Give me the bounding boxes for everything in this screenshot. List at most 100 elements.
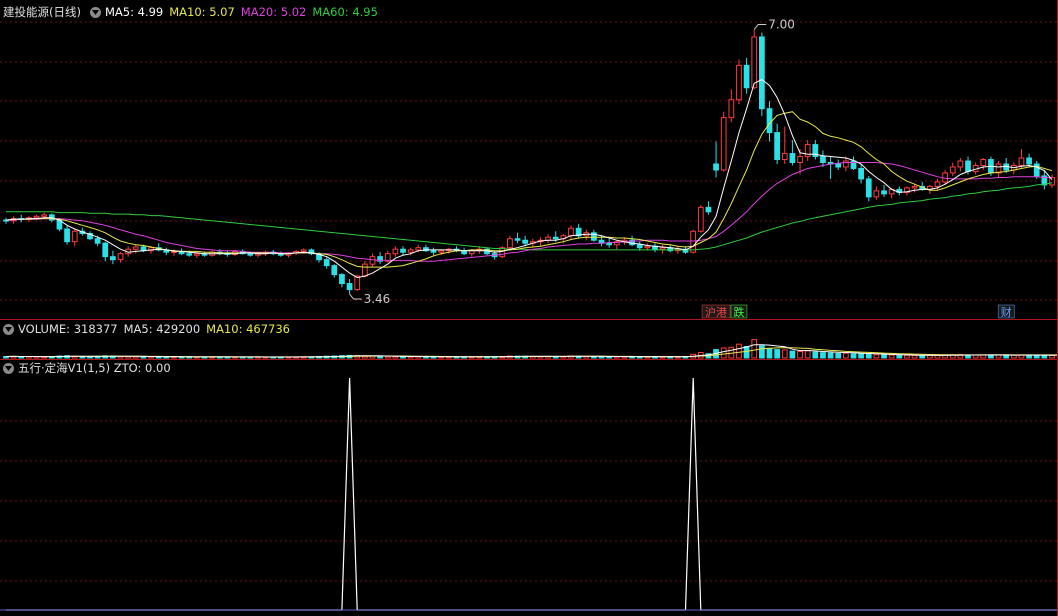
candle xyxy=(881,190,887,195)
candle xyxy=(774,132,781,161)
candle xyxy=(346,283,353,291)
candle xyxy=(110,256,116,261)
candle xyxy=(522,239,529,244)
candle xyxy=(117,253,124,261)
volume-bar xyxy=(972,354,979,359)
candle xyxy=(934,181,941,187)
volume-bar xyxy=(812,351,819,359)
candle xyxy=(766,108,773,134)
candle xyxy=(713,163,719,171)
volume-ma5-line xyxy=(5,344,1058,358)
candle xyxy=(736,64,742,101)
candle xyxy=(606,242,613,246)
volume-bar xyxy=(759,345,765,359)
volume-bar xyxy=(781,349,788,359)
volume-bar xyxy=(850,353,857,359)
candle xyxy=(438,250,445,253)
volume-bar xyxy=(919,354,926,359)
volume-bar xyxy=(835,352,842,359)
candle xyxy=(842,160,849,168)
candle xyxy=(102,242,109,258)
volume-bar xyxy=(377,355,383,359)
volume-bar xyxy=(888,354,895,359)
volume-bar xyxy=(1049,355,1055,359)
candle xyxy=(300,249,307,252)
candle xyxy=(636,244,643,249)
candle xyxy=(400,248,406,253)
candlestick-chart[interactable]: 7.00 3.46 沪港跌 财 xyxy=(0,0,1058,320)
candle xyxy=(33,215,40,219)
candle xyxy=(64,228,70,243)
candle xyxy=(354,275,361,291)
candle xyxy=(568,227,574,237)
volume-bar xyxy=(988,354,994,359)
volume-bar xyxy=(1041,354,1048,359)
candle xyxy=(690,230,697,253)
volume-bar xyxy=(858,353,864,359)
candle xyxy=(1026,157,1032,165)
event-tag: 跌 xyxy=(733,305,744,319)
zto-indicator-chart[interactable] xyxy=(0,360,1058,616)
ma60-line xyxy=(6,182,1053,251)
candle xyxy=(407,249,414,253)
candle xyxy=(949,166,956,174)
volume-bar xyxy=(1033,354,1040,359)
candle xyxy=(781,153,788,161)
volume-bar xyxy=(797,350,803,359)
candle xyxy=(552,236,559,240)
volume-bar xyxy=(125,356,132,359)
volume-bar xyxy=(751,339,758,359)
candle xyxy=(369,256,376,265)
volume-bar xyxy=(820,352,826,359)
volume-bar xyxy=(384,355,391,359)
low-marker xyxy=(349,293,362,300)
candle xyxy=(392,248,399,255)
candle xyxy=(751,36,758,89)
candle xyxy=(339,274,345,285)
candle xyxy=(743,64,750,89)
candle xyxy=(835,163,842,168)
volume-bar xyxy=(1003,354,1010,359)
candle xyxy=(820,156,826,164)
candle xyxy=(323,259,330,267)
volume-bar xyxy=(926,355,933,359)
volume-bar xyxy=(720,347,727,359)
candle xyxy=(797,156,803,164)
candle xyxy=(965,160,971,172)
volume-bar xyxy=(736,343,742,359)
volume-bar xyxy=(804,350,811,359)
volume-chart[interactable] xyxy=(0,321,1058,359)
high-price-label: 7.00 xyxy=(768,17,795,31)
candle xyxy=(507,238,513,249)
volume-bar xyxy=(789,350,796,359)
volume-bar xyxy=(774,349,781,359)
candle xyxy=(720,117,727,171)
volume-bar xyxy=(132,356,139,359)
candle xyxy=(873,190,880,198)
candle xyxy=(1018,157,1025,166)
candle xyxy=(132,246,139,250)
candle xyxy=(957,160,964,168)
candle xyxy=(1049,176,1055,186)
candle xyxy=(247,253,254,256)
ma20-line xyxy=(6,162,1052,262)
candle xyxy=(644,245,651,249)
candle xyxy=(430,250,437,253)
volume-bar xyxy=(842,352,849,359)
ma5-line xyxy=(5,78,1053,279)
candle xyxy=(728,99,735,119)
candle xyxy=(911,185,918,189)
volume-bar xyxy=(995,354,1002,359)
volume-bar xyxy=(1010,354,1017,359)
candle xyxy=(71,230,78,243)
zto-line xyxy=(6,377,1058,611)
candle xyxy=(697,206,704,232)
candle xyxy=(865,178,872,198)
low-price-label: 3.46 xyxy=(364,292,391,306)
volume-bar xyxy=(896,354,903,359)
volume-bar xyxy=(766,348,773,359)
panel-divider[interactable] xyxy=(0,319,1058,320)
candle xyxy=(789,153,796,164)
event-tag: 沪港 xyxy=(705,305,727,319)
volume-bar xyxy=(873,354,880,359)
